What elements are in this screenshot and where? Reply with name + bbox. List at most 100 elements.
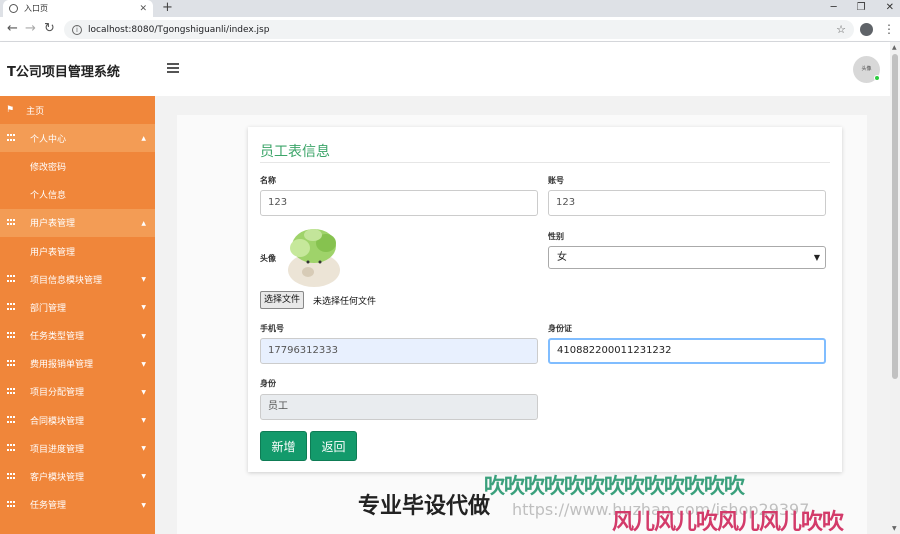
caret-down-icon: ▼ — [141, 276, 146, 284]
account-input[interactable]: 123 — [548, 190, 826, 216]
sidebar-item-project-assignment[interactable]: 项目分配管理 ▼ — [0, 378, 155, 406]
caret-up-icon: ▲ — [141, 219, 146, 227]
account-label: 账号 — [548, 176, 564, 185]
sidebar-item-department[interactable]: 部门管理 ▼ — [0, 293, 155, 321]
sidebar-item-label: 任务管理 — [30, 501, 67, 512]
watermark-line-1: 吹吹吹吹吹吹吹吹吹吹吹吹吹 — [484, 474, 745, 498]
sidebar-item-label: 修改密码 — [30, 162, 67, 173]
main-content: 员工表信息 名称 123 账号 123 头像 选择文件 未选择任何文件 性别 女 — [155, 96, 890, 534]
scroll-up-icon[interactable]: ▲ — [892, 44, 897, 51]
sidebar-item-customer[interactable]: 客户模块管理 ▼ — [0, 462, 155, 490]
sidebar-item-user-management[interactable]: 用户表管理 ▲ — [0, 208, 155, 237]
restore-icon[interactable]: ❐ — [857, 0, 866, 15]
caret-up-icon: ▲ — [141, 135, 146, 143]
watermark-line-4: 风儿风儿吹风儿风儿吹吹 — [612, 510, 844, 534]
reload-icon[interactable]: ↻ — [44, 21, 55, 37]
browser-tab[interactable]: 入口页 ✕ — [3, 0, 153, 17]
browser-tabbar: 入口页 ✕ + ─ ❐ ✕ — [0, 0, 900, 17]
sidebar-subitem-personal-info[interactable]: 个人信息 — [0, 181, 155, 209]
flag-icon: ⚑ — [6, 105, 15, 116]
grid-icon — [7, 500, 16, 509]
grid-icon — [7, 444, 16, 452]
globe-icon — [9, 4, 18, 13]
sidebar-item-progress[interactable]: 项目进度管理 ▼ — [0, 434, 155, 462]
sidebar-item-label: 项目进度管理 — [30, 444, 85, 455]
grid-icon — [7, 331, 16, 340]
user-avatar[interactable]: 头像 — [853, 56, 880, 83]
caret-down-icon: ▼ — [141, 473, 146, 481]
chevron-down-icon: ▼ — [813, 253, 820, 262]
online-status-dot — [874, 75, 880, 81]
sidebar-item-label: 任务类型管理 — [30, 332, 85, 343]
close-tab-icon[interactable]: ✕ — [139, 4, 147, 14]
gender-selected-value: 女 — [557, 252, 567, 263]
role-input: 员工 — [260, 394, 538, 420]
scrollbar-thumb[interactable] — [892, 54, 898, 379]
scroll-down-icon[interactable]: ▼ — [892, 525, 897, 532]
caret-down-icon: ▼ — [141, 417, 146, 425]
grid-icon — [7, 275, 16, 283]
back-arrow-icon[interactable]: ← — [7, 21, 18, 37]
grid-icon — [7, 416, 16, 424]
sidebar-item-personal-center[interactable]: 个人中心 ▲ — [0, 124, 155, 153]
name-input[interactable]: 123 — [260, 190, 538, 216]
phone-label: 手机号 — [260, 324, 284, 333]
browser-toolbar: ← → ↻ i localhost:8080/Tgongshiguanli/in… — [0, 17, 900, 42]
app-title: T公司项目管理系统 — [7, 65, 120, 80]
name-label: 名称 — [260, 176, 276, 185]
sidebar-item-task[interactable]: 任务管理 ▼ — [0, 491, 155, 519]
sidebar-item-home[interactable]: ⚑ 主页 — [0, 96, 155, 124]
menu-toggle-icon[interactable] — [167, 63, 179, 75]
sidebar: ⚑ 主页 个人中心 ▲ 修改密码 个人信息 用户表管理 ▲ 用户表管理 项目信息… — [0, 96, 155, 534]
grid-icon — [7, 472, 16, 481]
sidebar-item-label: 个人中心 — [30, 134, 67, 145]
sidebar-subitem-user-management[interactable]: 用户表管理 — [0, 237, 155, 265]
idcard-input[interactable]: 410882200011231232 — [548, 338, 826, 364]
grid-icon — [7, 387, 16, 396]
form-title: 员工表信息 — [260, 144, 330, 160]
grid-icon — [7, 359, 16, 368]
window-controls: ─ ❐ ✕ — [831, 0, 894, 15]
caret-down-icon: ▼ — [141, 501, 146, 509]
sidebar-item-label: 项目信息模块管理 — [30, 275, 103, 286]
sidebar-item-label: 项目分配管理 — [30, 388, 85, 399]
caret-down-icon: ▼ — [141, 304, 146, 312]
title-divider — [260, 162, 830, 163]
phone-input[interactable]: 17796312333 — [260, 338, 538, 364]
sidebar-item-label: 合同模块管理 — [30, 416, 85, 427]
choose-file-button[interactable]: 选择文件 — [260, 291, 305, 309]
avatar-text: 头像 — [861, 66, 872, 72]
page-scrollbar[interactable]: ▲ ▼ — [890, 42, 900, 534]
bookmark-star-icon[interactable]: ☆ — [836, 23, 846, 36]
minimize-icon[interactable]: ─ — [831, 0, 837, 15]
tab-title: 入口页 — [24, 4, 48, 13]
new-tab-button[interactable]: + — [162, 0, 173, 16]
app-header: T公司项目管理系统 头像 — [0, 42, 890, 96]
grid-icon — [7, 218, 16, 227]
account-icon[interactable] — [860, 23, 873, 36]
site-info-icon[interactable]: i — [72, 24, 82, 35]
forward-arrow-icon[interactable]: → — [25, 21, 36, 37]
gender-select[interactable]: 女 ▼ — [548, 246, 826, 269]
caret-down-icon: ▼ — [141, 360, 146, 368]
url-text: localhost:8080/Tgongshiguanli/index.jsp — [88, 24, 270, 35]
close-window-icon[interactable]: ✕ — [886, 0, 894, 15]
sidebar-item-label: 客户模块管理 — [30, 473, 85, 484]
browser-menu-icon[interactable]: ⋮ — [883, 22, 895, 36]
idcard-label: 身份证 — [548, 324, 572, 333]
watermark-line-2: 专业毕设代做 — [358, 494, 491, 519]
avatar-label: 头像 — [260, 254, 276, 263]
caret-down-icon: ▼ — [141, 445, 146, 453]
address-bar[interactable]: i localhost:8080/Tgongshiguanli/index.js… — [64, 20, 854, 39]
sidebar-item-task-type[interactable]: 任务类型管理 ▼ — [0, 322, 155, 350]
file-status-text: 未选择任何文件 — [313, 297, 377, 307]
grid-icon — [7, 303, 16, 311]
sidebar-item-expense[interactable]: 费用报销单管理 ▼ — [0, 350, 155, 378]
sidebar-item-project-info[interactable]: 项目信息模块管理 ▼ — [0, 265, 155, 293]
sidebar-subitem-change-password[interactable]: 修改密码 — [0, 152, 155, 180]
back-button[interactable]: 返回 — [310, 431, 357, 461]
add-button[interactable]: 新增 — [260, 431, 307, 461]
caret-down-icon: ▼ — [141, 388, 146, 396]
sidebar-item-label: 部门管理 — [30, 303, 67, 314]
sidebar-item-contract[interactable]: 合同模块管理 ▼ — [0, 406, 155, 434]
